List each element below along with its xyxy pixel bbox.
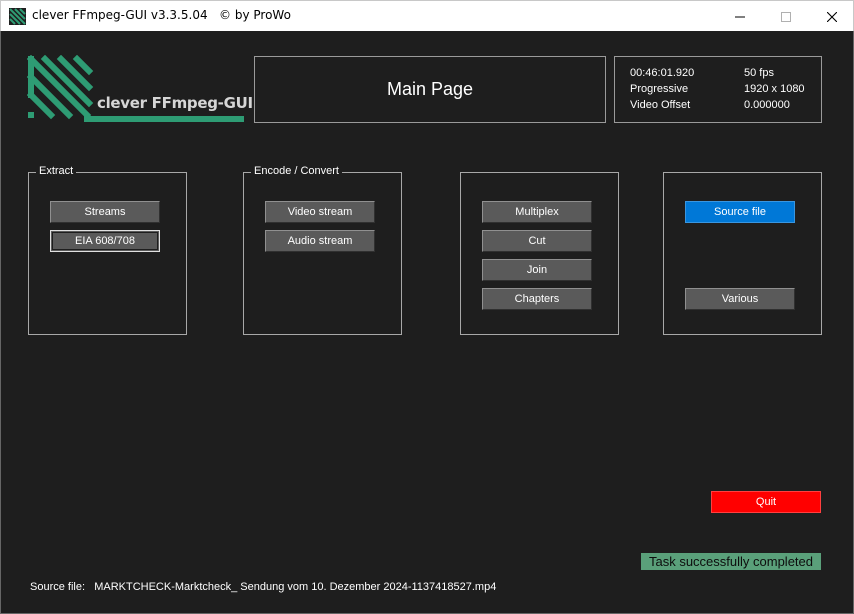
audio-stream-button[interactable]: Audio stream bbox=[265, 230, 375, 252]
video-offset-value: 0.000000 bbox=[744, 99, 790, 111]
chapters-button[interactable]: Chapters bbox=[482, 288, 592, 310]
close-icon bbox=[827, 11, 837, 22]
eia-608-708-button[interactable]: EIA 608/708 bbox=[50, 230, 160, 252]
page-title-box: Main Page bbox=[254, 56, 606, 123]
file-group bbox=[663, 172, 822, 335]
tools-group bbox=[460, 172, 619, 335]
minimize-icon bbox=[735, 16, 745, 17]
source-file-line: Source file: MARKTCHECK-Marktcheck_ Send… bbox=[30, 581, 496, 593]
encode-convert-group-label: Encode / Convert bbox=[251, 165, 342, 177]
media-info-panel: 00:46:01.920 50 fps Progressive 1920 x 1… bbox=[614, 56, 822, 123]
video-stream-button[interactable]: Video stream bbox=[265, 201, 375, 223]
scan-type-value: Progressive bbox=[630, 83, 689, 95]
duration-value: 00:46:01.920 bbox=[630, 67, 695, 79]
logo-text: clever FFmpeg-GUI bbox=[97, 94, 253, 112]
clever-ffmpeg-logo bbox=[27, 55, 244, 122]
encode-convert-group: Encode / Convert bbox=[243, 165, 402, 335]
various-button[interactable]: Various bbox=[685, 288, 795, 310]
title-bar[interactable]: clever FFmpeg-GUI v3.3.5.04 © by ProWo bbox=[0, 0, 854, 31]
maximize-icon bbox=[781, 11, 791, 22]
cut-button[interactable]: Cut bbox=[482, 230, 592, 252]
streams-button[interactable]: Streams bbox=[50, 201, 160, 223]
resolution-value: 1920 x 1080 bbox=[744, 83, 805, 95]
source-file-label: Source file: bbox=[30, 581, 86, 593]
extract-group-label: Extract bbox=[36, 165, 77, 177]
video-offset-label: Video Offset bbox=[630, 99, 691, 111]
source-file-button[interactable]: Source file bbox=[685, 201, 795, 223]
extract-group: Extract bbox=[28, 165, 187, 335]
join-button[interactable]: Join bbox=[482, 259, 592, 281]
maximize-button[interactable] bbox=[763, 1, 809, 32]
quit-button[interactable]: Quit bbox=[711, 491, 821, 513]
multiplex-button[interactable]: Multiplex bbox=[482, 201, 592, 223]
fps-value: 50 fps bbox=[744, 67, 774, 79]
source-file-value: MARKTCHECK-Marktcheck_ Sendung vom 10. D… bbox=[94, 581, 497, 593]
status-badge: Task successfully completed bbox=[641, 553, 821, 570]
minimize-button[interactable] bbox=[717, 1, 763, 32]
main-window: clever FFmpeg-GUI Main Page 00:46:01.920… bbox=[0, 31, 854, 614]
close-button[interactable] bbox=[809, 1, 854, 32]
page-title: Main Page bbox=[386, 79, 474, 99]
ffmpeg-logo-icon bbox=[9, 8, 26, 25]
window-title: clever FFmpeg-GUI v3.3.5.04 © by ProWo bbox=[32, 8, 291, 22]
